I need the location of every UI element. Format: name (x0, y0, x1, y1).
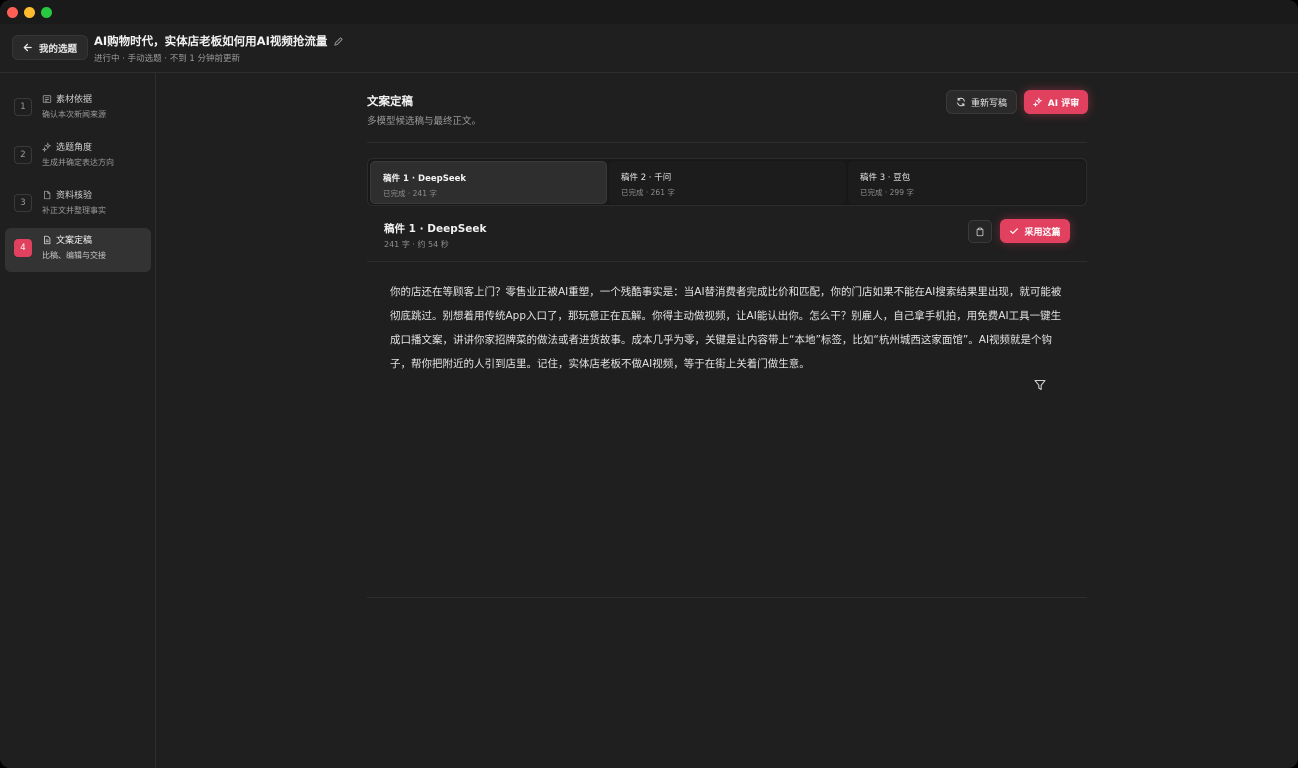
step-number: 2 (14, 146, 32, 164)
sidebar-step-4[interactable]: 4 文案定稿 比稿、编辑与交接 (5, 228, 151, 272)
refresh-icon (957, 97, 965, 107)
section-title: 文案定稿 (367, 94, 413, 108)
divider (367, 142, 1087, 143)
step-title: 素材依据 (56, 95, 93, 105)
edit-pencil-icon[interactable] (333, 36, 344, 47)
step-subtitle: 比稿、编辑与交接 (42, 251, 106, 260)
page-title: AI购物时代，实体店老板如何用AI视频抢流量 (94, 33, 344, 49)
tab-title: 稿件 1 · DeepSeek (383, 174, 466, 184)
step-title-row: 文案定稿 (42, 233, 92, 246)
divider (367, 597, 1087, 598)
tab-title: 稿件 2 · 千问 (621, 173, 672, 183)
sidebar: 1 素材依据 确认本次新闻来源 2 选题角度 生成并确定表达方向 3 资料核验 … (0, 73, 156, 768)
adopt-button[interactable]: 采用这篇 (1000, 219, 1070, 243)
step-subtitle: 生成并确定表达方向 (42, 158, 114, 167)
clipboard-icon (976, 227, 984, 236)
tab-title: 稿件 3 · 豆包 (860, 173, 911, 183)
draft-tabs: 稿件 1 · DeepSeek 已完成 · 241 字 稿件 2 · 千问 已完… (367, 158, 1087, 206)
section-subtitle: 多模型候选稿与最终正文。 (367, 116, 482, 127)
step-title: 资料核验 (56, 191, 93, 201)
step-number: 4 (14, 239, 32, 257)
main-content: 文案定稿 多模型候选稿与最终正文。 重新写稿 AI 评审 稿件 1 · Deep… (157, 73, 1298, 768)
tab-draft-1[interactable]: 稿件 1 · DeepSeek 已完成 · 241 字 (370, 161, 607, 204)
page-status: 进行中 · 手动选题 · 不到 1 分钟前更新 (94, 54, 241, 64)
close-window-button[interactable] (7, 7, 18, 18)
step-number: 3 (14, 194, 32, 212)
draft-header: 稿件 1 · DeepSeek 241 字 · 约 54 秒 采用这篇 (367, 213, 1087, 262)
rewrite-button[interactable]: 重新写稿 (946, 90, 1017, 114)
header: 我的选题 AI购物时代，实体店老板如何用AI视频抢流量 进行中 · 手动选题 ·… (0, 24, 1298, 73)
step-title-row: 素材依据 (42, 92, 92, 105)
sidebar-step-1[interactable]: 1 素材依据 确认本次新闻来源 (5, 87, 151, 131)
filter-funnel-icon[interactable] (1033, 378, 1047, 392)
sparkle-icon (42, 141, 52, 152)
zoom-window-button[interactable] (41, 7, 52, 18)
document-icon (44, 235, 51, 244)
step-title-row: 选题角度 (42, 140, 92, 153)
draft-title: 稿件 1 · DeepSeek (384, 223, 487, 235)
back-button-label: 我的选题 (39, 43, 78, 55)
sidebar-step-2[interactable]: 2 选题角度 生成并确定表达方向 (5, 135, 151, 179)
app-window: 我的选题 AI购物时代，实体店老板如何用AI视频抢流量 进行中 · 手动选题 ·… (0, 0, 1298, 768)
ai-review-button-label: AI 评审 (1047, 98, 1080, 109)
file-icon (44, 190, 51, 199)
minimize-window-button[interactable] (24, 7, 35, 18)
step-title: 文案定稿 (56, 236, 93, 246)
copy-button[interactable] (968, 220, 992, 243)
tab-draft-3[interactable]: 稿件 3 · 豆包 已完成 · 299 字 (848, 161, 1085, 204)
tab-subtitle: 已完成 · 241 字 (383, 189, 437, 198)
draft-body-text[interactable]: 你的店还在等顾客上门？零售业正被AI重塑，一个残酷事实是：当AI替消费者完成比价… (390, 280, 1065, 376)
check-icon (1010, 228, 1019, 234)
tab-subtitle: 已完成 · 261 字 (621, 188, 675, 197)
tab-subtitle: 已完成 · 299 字 (860, 188, 914, 197)
step-title: 选题角度 (56, 143, 93, 153)
step-number: 1 (14, 98, 32, 116)
sidebar-step-3[interactable]: 3 资料核验 补正文并整理事实 (5, 183, 151, 227)
title-bar (0, 0, 1298, 24)
step-title-row: 资料核验 (42, 188, 92, 201)
page-title-text: AI购物时代，实体店老板如何用AI视频抢流量 (94, 34, 328, 48)
news-icon (42, 94, 52, 103)
tab-draft-2[interactable]: 稿件 2 · 千问 已完成 · 261 字 (609, 161, 846, 204)
arrow-left-icon (23, 43, 32, 52)
rewrite-button-label: 重新写稿 (970, 98, 1007, 109)
step-subtitle: 确认本次新闻来源 (42, 110, 106, 119)
back-button[interactable]: 我的选题 (12, 35, 89, 60)
sparkle-icon (1032, 97, 1043, 107)
draft-meta: 241 字 · 约 54 秒 (384, 240, 449, 249)
step-subtitle: 补正文并整理事实 (42, 206, 106, 215)
ai-review-button[interactable]: AI 评审 (1024, 90, 1088, 114)
adopt-button-label: 采用这篇 (1024, 227, 1061, 238)
